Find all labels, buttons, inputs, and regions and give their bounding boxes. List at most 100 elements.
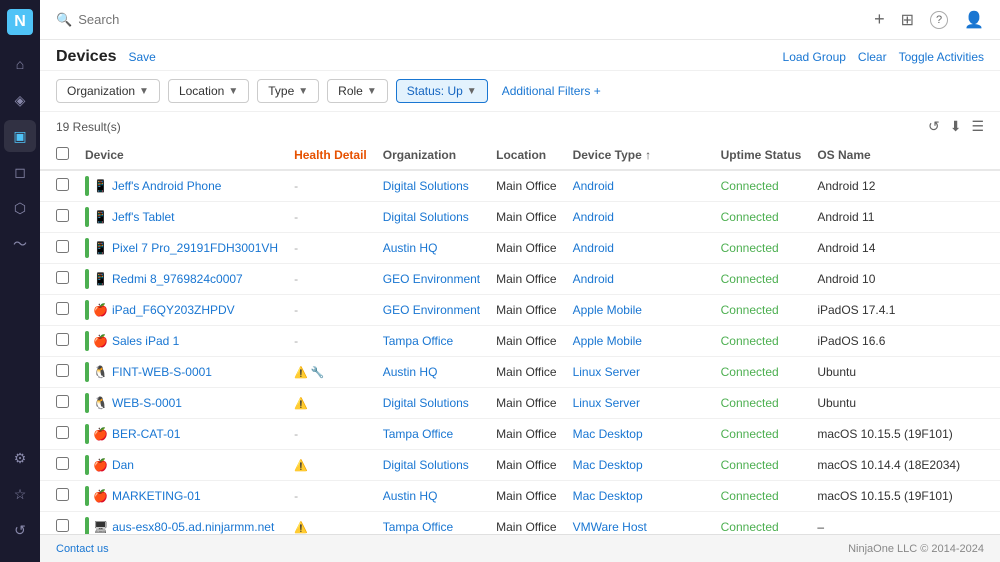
grid-icon[interactable]: ⊞ — [901, 10, 914, 30]
org-link[interactable]: Austin HQ — [383, 241, 438, 255]
os-name-cell: Android 10 — [809, 264, 1000, 295]
device-cell: 🐧 WEB-S-0001 — [85, 393, 278, 413]
row-checkbox[interactable] — [56, 178, 69, 191]
page-header-right: Load Group Clear Toggle Activities — [783, 50, 984, 64]
device-type-cell: Android — [573, 210, 614, 224]
sidebar-devices-icon[interactable]: ▣ — [4, 120, 36, 152]
role-filter[interactable]: Role ▼ — [327, 79, 388, 103]
add-icon[interactable]: + — [874, 9, 885, 30]
row-checkbox[interactable] — [56, 457, 69, 470]
device-name-link[interactable]: FINT-WEB-S-0001 — [112, 365, 212, 379]
location-cell: Main Office — [488, 357, 564, 388]
clear-button[interactable]: Clear — [858, 50, 887, 64]
org-link[interactable]: Digital Solutions — [383, 458, 469, 472]
device-name-link[interactable]: Redmi 8_9769824c0007 — [112, 272, 243, 286]
role-chevron-icon: ▼ — [367, 86, 377, 97]
device-name-link[interactable]: Jeff's Android Phone — [112, 179, 221, 193]
location-cell: Main Office — [488, 264, 564, 295]
organization-filter[interactable]: Organization ▼ — [56, 79, 160, 103]
row-checkbox[interactable] — [56, 395, 69, 408]
additional-filters-button[interactable]: Additional Filters + — [496, 80, 607, 102]
sidebar-security-icon[interactable]: ⬡ — [4, 192, 36, 224]
org-link[interactable]: GEO Environment — [383, 303, 480, 317]
health-detail: - — [294, 427, 298, 441]
status-filter[interactable]: Status: Up ▼ — [396, 79, 488, 103]
row-checkbox[interactable] — [56, 209, 69, 222]
select-all-header — [40, 141, 77, 170]
device-name-link[interactable]: WEB-S-0001 — [112, 396, 182, 410]
location-cell: Main Office — [488, 450, 564, 481]
device-name-link[interactable]: BER-CAT-01 — [112, 427, 180, 441]
device-type-icon: 🐧 — [93, 396, 108, 410]
org-link[interactable]: Digital Solutions — [383, 179, 469, 193]
sidebar-activity-icon[interactable]: 〜 — [4, 228, 36, 260]
device-type-cell: Mac Desktop — [573, 458, 643, 472]
download-icon[interactable]: ⬇ — [950, 118, 962, 135]
table-row: 📱 Jeff's Android Phone -Digital Solution… — [40, 170, 1000, 202]
load-group-button[interactable]: Load Group — [783, 50, 846, 64]
org-link[interactable]: Tampa Office — [383, 334, 453, 348]
device-name-link[interactable]: Sales iPad 1 — [112, 334, 179, 348]
os-name-cell: iPadOS 16.6 — [809, 326, 1000, 357]
sidebar-history-icon[interactable]: ↺ — [4, 514, 36, 546]
organization-column-header: Organization — [375, 141, 488, 170]
org-link[interactable]: Tampa Office — [383, 427, 453, 441]
row-checkbox[interactable] — [56, 271, 69, 284]
org-link[interactable]: Digital Solutions — [383, 210, 469, 224]
uptime-status: Connected — [721, 458, 779, 472]
row-checkbox[interactable] — [56, 519, 69, 532]
health-detail-column-header: Health Detail — [286, 141, 375, 170]
row-checkbox[interactable] — [56, 333, 69, 346]
row-checkbox[interactable] — [56, 426, 69, 439]
org-link[interactable]: GEO Environment — [383, 272, 480, 286]
search-input[interactable] — [78, 12, 278, 27]
topbar-actions: + ⊞ ? 👤 — [874, 9, 984, 30]
device-cell: 🍎 iPad_F6QY203ZHPDV — [85, 300, 278, 320]
sidebar-home-icon[interactable]: ⌂ — [4, 48, 36, 80]
contact-us-link[interactable]: Contact us — [56, 543, 109, 555]
sidebar-settings-icon[interactable]: ⚙ — [4, 442, 36, 474]
org-link[interactable]: Digital Solutions — [383, 396, 469, 410]
refresh-icon[interactable]: ↺ — [928, 118, 940, 135]
sidebar-star-icon[interactable]: ☆ — [4, 478, 36, 510]
health-detail: ⚠️ 🔧 — [294, 367, 324, 379]
columns-icon[interactable]: ☰ — [971, 118, 984, 135]
device-name-link[interactable]: aus-esx80-05.ad.ninjarmm.net — [112, 520, 274, 534]
device-name-link[interactable]: Pixel 7 Pro_29191FDH3001VH — [112, 241, 278, 255]
status-indicator — [85, 269, 89, 289]
save-button[interactable]: Save — [129, 50, 156, 64]
os-name-cell: Android 14 — [809, 233, 1000, 264]
org-link[interactable]: Austin HQ — [383, 489, 438, 503]
sidebar-monitor-icon[interactable]: ◻ — [4, 156, 36, 188]
health-detail: - — [294, 210, 298, 224]
location-filter[interactable]: Location ▼ — [168, 79, 249, 103]
uptime-status-column-header: Uptime Status — [713, 141, 810, 170]
help-icon[interactable]: ? — [930, 11, 948, 29]
uptime-status: Connected — [721, 427, 779, 441]
row-checkbox[interactable] — [56, 364, 69, 377]
uptime-status: Connected — [721, 241, 779, 255]
location-cell: Main Office — [488, 481, 564, 512]
row-checkbox[interactable] — [56, 488, 69, 501]
device-name-link[interactable]: Jeff's Tablet — [112, 210, 175, 224]
device-name-link[interactable]: iPad_F6QY203ZHPDV — [112, 303, 235, 317]
sidebar-network-icon[interactable]: ◈ — [4, 84, 36, 116]
type-filter[interactable]: Type ▼ — [257, 79, 319, 103]
user-icon[interactable]: 👤 — [964, 10, 984, 30]
os-name-cell: iPadOS 17.4.1 — [809, 295, 1000, 326]
device-cell: 📱 Jeff's Android Phone — [85, 176, 278, 196]
toggle-activities-button[interactable]: Toggle Activities — [899, 50, 984, 64]
select-all-checkbox[interactable] — [56, 147, 69, 160]
org-link[interactable]: Tampa Office — [383, 520, 453, 534]
device-name-link[interactable]: MARKETING-01 — [112, 489, 201, 503]
device-name-link[interactable]: Dan — [112, 458, 134, 472]
os-name-cell: – — [809, 512, 1000, 535]
device-type-cell: Mac Desktop — [573, 427, 643, 441]
topbar: 🔍 + ⊞ ? 👤 — [40, 0, 1000, 40]
org-link[interactable]: Austin HQ — [383, 365, 438, 379]
uptime-status: Connected — [721, 272, 779, 286]
location-cell: Main Office — [488, 295, 564, 326]
os-name-cell: macOS 10.15.5 (19F101) — [809, 419, 1000, 450]
row-checkbox[interactable] — [56, 240, 69, 253]
row-checkbox[interactable] — [56, 302, 69, 315]
